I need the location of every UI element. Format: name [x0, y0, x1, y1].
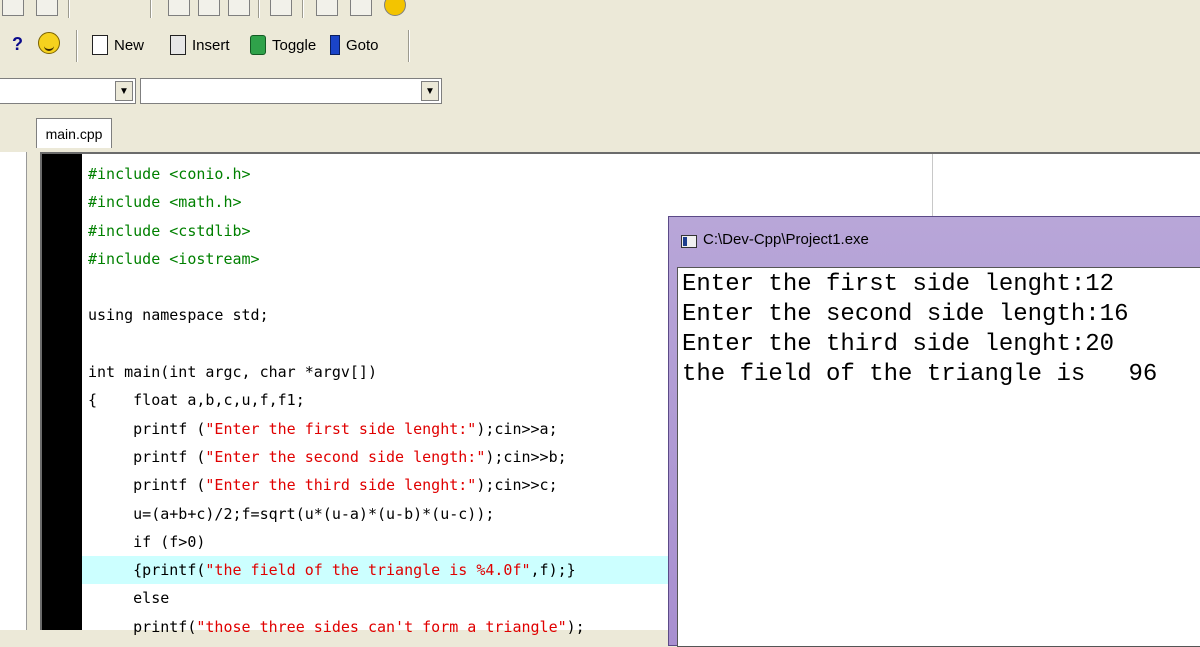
code-line: #include <math.h>	[88, 193, 242, 212]
window-icon[interactable]	[270, 0, 292, 16]
new-button[interactable]: New	[92, 30, 144, 60]
console-title: C:\Dev-Cpp\Project1.exe	[703, 231, 869, 248]
chevron-down-icon[interactable]: ▼	[115, 81, 133, 101]
code-line: printf("those three sides can't form a t…	[88, 613, 703, 641]
editor-tabs: main.cpp	[0, 112, 1200, 152]
toolbar-separator	[150, 0, 152, 18]
console-text: Enter the first side lenght:12 Enter the…	[682, 270, 1157, 390]
goto-button-label: Goto	[346, 36, 379, 54]
code-text: );cin>>a;	[476, 419, 558, 438]
code-line: #include <cstdlib>	[88, 221, 251, 240]
print-icon[interactable]	[36, 0, 58, 16]
code-text: {printf(	[88, 561, 206, 580]
file-icon[interactable]	[2, 0, 24, 16]
code-text: printf (	[88, 447, 206, 466]
insert-button[interactable]: Insert	[170, 30, 230, 60]
help-icon[interactable]: ?	[12, 34, 23, 55]
toolbar-main	[0, 0, 420, 22]
toggle-button[interactable]: Toggle	[250, 30, 316, 60]
chevron-down-icon[interactable]: ▼	[421, 81, 439, 101]
console-line: Enter the third side lenght:20	[682, 331, 1115, 358]
code-line: #include <conio.h>	[88, 165, 251, 183]
class-browser-bar: ▼ ▼	[0, 72, 450, 108]
string-literal: "Enter the third side lenght:"	[205, 476, 477, 495]
code-line: { float a,b,c,u,f,f1;	[88, 391, 305, 410]
find-icon[interactable]	[168, 0, 190, 16]
code-text: );cin>>c;	[476, 476, 558, 495]
find-next-icon[interactable]	[228, 0, 250, 16]
code-line: #include <iostream>	[88, 249, 260, 268]
toolbar-separator	[258, 0, 260, 18]
undo-icon[interactable]	[84, 0, 106, 16]
about-smiley-icon[interactable]	[38, 32, 60, 54]
editor-gutter[interactable]	[42, 154, 82, 630]
toolbar-bookmarks: ? New Insert Toggle Goto	[0, 24, 420, 68]
tab-main-cpp[interactable]: main.cpp	[36, 118, 112, 148]
code-line: u=(a+b+c)/2;f=sqrt(u*(u-a)*(u-b)*(u-c));	[88, 504, 495, 523]
code-line: printf ("Enter the second side length:")…	[88, 443, 703, 471]
toggle-button-label: Toggle	[272, 36, 317, 54]
toolbar-separator	[302, 0, 304, 18]
redo-icon[interactable]	[112, 0, 134, 16]
toolbar-separator	[68, 0, 70, 18]
insert-icon	[170, 35, 186, 55]
code-line: int main(int argc, char *argv[])	[88, 363, 377, 382]
string-literal: "the field of the triangle is %4.0f"	[205, 561, 531, 580]
code-text: );	[566, 617, 585, 636]
console-line: the field of the triangle is 96	[682, 361, 1158, 388]
code-line: printf ("Enter the first side lenght:");…	[88, 415, 703, 443]
goto-button[interactable]: Goto	[330, 30, 379, 60]
code-line-highlighted: {printf("the field of the triangle is %4…	[82, 556, 703, 585]
code-text: ,f);}	[530, 561, 576, 580]
code-area[interactable]: #include <conio.h> #include <math.h> #in…	[82, 160, 703, 641]
toolbar-separator	[408, 30, 410, 62]
debug-icon[interactable]	[384, 0, 406, 16]
insert-button-label: Insert	[192, 36, 230, 54]
new-file-icon	[92, 35, 108, 55]
code-text: printf (	[88, 476, 206, 495]
code-line: if (f>0)	[88, 532, 206, 551]
code-line: printf ("Enter the third side lenght:");…	[88, 471, 703, 499]
replace-icon[interactable]	[198, 0, 220, 16]
code-text: printf (	[88, 419, 206, 438]
console-window[interactable]: C:\Dev-Cpp\Project1.exe Enter the first …	[668, 216, 1200, 647]
new-button-label: New	[114, 36, 145, 54]
code-line: using namespace std;	[88, 306, 269, 325]
console-output[interactable]: Enter the first side lenght:12 Enter the…	[677, 267, 1200, 647]
code-text: );cin>>b;	[485, 447, 567, 466]
string-literal: "those three sides can't form a triangle…	[196, 617, 567, 636]
string-literal: "Enter the second side length:"	[205, 447, 486, 466]
console-line: Enter the first side lenght:12	[682, 271, 1115, 298]
run-icon[interactable]	[350, 0, 372, 16]
goto-bookmark-icon	[330, 35, 340, 55]
toggle-bookmark-icon	[250, 35, 266, 55]
string-literal: "Enter the first side lenght:"	[205, 419, 477, 438]
console-app-icon	[681, 235, 697, 248]
toolbar-separator	[76, 30, 78, 62]
compile-icon[interactable]	[316, 0, 338, 16]
code-text: printf(	[88, 617, 197, 636]
member-select[interactable]: ▼	[140, 78, 442, 104]
code-line: else	[88, 589, 170, 608]
project-pane[interactable]	[0, 152, 27, 630]
tab-label: main.cpp	[45, 125, 103, 142]
class-select[interactable]: ▼	[0, 78, 136, 104]
console-line: Enter the second side length:16	[682, 301, 1129, 328]
